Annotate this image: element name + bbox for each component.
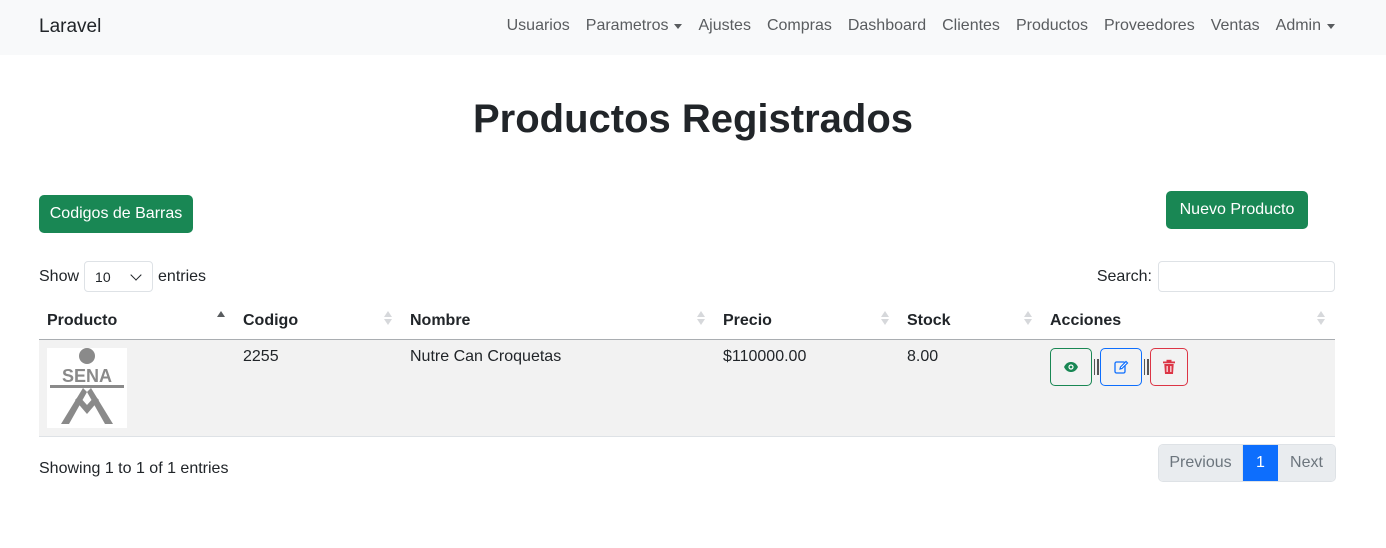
products-table: Producto Codigo Nombre Precio Stock Acci… bbox=[39, 303, 1335, 437]
pagination-page-1[interactable]: 1 bbox=[1243, 445, 1278, 481]
column-header-nombre[interactable]: Nombre bbox=[402, 303, 715, 340]
top-navbar: Laravel Usuarios Parametros Ajustes Comp… bbox=[0, 0, 1386, 55]
nav-item-productos[interactable]: Productos bbox=[1016, 17, 1088, 35]
cell-stock: 8.00 bbox=[899, 339, 1042, 437]
row-actions bbox=[1050, 347, 1327, 386]
nav-item-label: Proveedores bbox=[1103, 17, 1195, 34]
sort-ascending-icon bbox=[217, 311, 225, 325]
nav-item-label: Dashboard bbox=[847, 17, 927, 34]
column-header-stock[interactable]: Stock bbox=[899, 303, 1042, 340]
column-header-label: Producto bbox=[47, 311, 118, 329]
entries-length-control: Show 10 entries bbox=[39, 261, 206, 292]
eye-icon bbox=[1064, 361, 1078, 372]
nav-item-label: Productos bbox=[1015, 17, 1088, 34]
nav-item-ajustes[interactable]: Ajustes bbox=[698, 17, 750, 35]
nav-item-label: Ajustes bbox=[698, 17, 751, 34]
separator bbox=[1092, 358, 1100, 375]
logo-text: SENA bbox=[62, 366, 112, 386]
nav-item-label: Parametros bbox=[585, 17, 669, 34]
caret-down-icon bbox=[674, 23, 683, 29]
sena-logo: SENA bbox=[50, 347, 124, 424]
new-product-button[interactable]: Nuevo Producto bbox=[1166, 191, 1308, 229]
column-header-label: Stock bbox=[907, 311, 951, 329]
search-label: Search: bbox=[1096, 267, 1152, 285]
view-button[interactable] bbox=[1050, 347, 1092, 386]
delete-button[interactable] bbox=[1150, 347, 1188, 386]
nav-item-label: Compras bbox=[766, 17, 832, 34]
search-input[interactable] bbox=[1158, 261, 1335, 292]
table-row: SENA 2255 Nutre Can Croquetas $110000.00… bbox=[39, 339, 1335, 437]
caret-down-icon bbox=[1327, 23, 1335, 29]
column-header-label: Codigo bbox=[243, 311, 299, 329]
navbar-brand[interactable]: Laravel bbox=[39, 16, 101, 38]
nav-item-proveedores[interactable]: Proveedores bbox=[1104, 17, 1195, 35]
entries-select-value: 10 bbox=[95, 268, 111, 285]
entries-label: entries bbox=[158, 267, 207, 285]
sort-icon bbox=[881, 311, 889, 325]
nav-item-usuarios[interactable]: Usuarios bbox=[507, 17, 570, 35]
column-header-label: Precio bbox=[723, 311, 772, 329]
cell-precio: $110000.00 bbox=[715, 339, 899, 437]
show-label: Show bbox=[39, 267, 80, 285]
nav-item-parametros[interactable]: Parametros bbox=[586, 17, 683, 35]
nav-item-admin[interactable]: Admin bbox=[1276, 17, 1335, 35]
nav-item-label: Admin bbox=[1275, 17, 1321, 34]
cell-producto: SENA bbox=[39, 339, 235, 437]
column-header-producto[interactable]: Producto bbox=[39, 303, 235, 340]
edit-button[interactable] bbox=[1100, 347, 1142, 386]
nav-item-label: Ventas bbox=[1210, 17, 1260, 34]
chevron-down-icon bbox=[130, 268, 142, 281]
navbar-menu: Usuarios Parametros Ajustes Compras Dash… bbox=[491, 17, 1335, 35]
cell-codigo: 2255 bbox=[235, 339, 402, 437]
cell-acciones bbox=[1042, 339, 1335, 437]
nav-item-ventas[interactable]: Ventas bbox=[1211, 17, 1260, 35]
sort-icon bbox=[697, 311, 705, 325]
pagination-next[interactable]: Next bbox=[1278, 445, 1335, 481]
cell-nombre: Nutre Can Croquetas bbox=[402, 339, 715, 437]
column-header-precio[interactable]: Precio bbox=[715, 303, 899, 340]
sort-icon bbox=[1024, 311, 1032, 325]
nav-item-label: Clientes bbox=[942, 17, 1000, 34]
nav-item-compras[interactable]: Compras bbox=[767, 17, 832, 35]
barcodes-button[interactable]: Codigos de Barras bbox=[39, 195, 193, 233]
trash-icon bbox=[1163, 359, 1175, 374]
column-header-codigo[interactable]: Codigo bbox=[235, 303, 402, 340]
table-header-row: Producto Codigo Nombre Precio Stock Acci… bbox=[39, 303, 1335, 340]
sort-icon bbox=[1317, 311, 1325, 325]
nav-item-label: Usuarios bbox=[506, 17, 570, 34]
separator bbox=[1142, 358, 1150, 375]
nav-item-clientes[interactable]: Clientes bbox=[942, 17, 1000, 35]
page-title: Productos Registrados bbox=[472, 97, 914, 141]
pagination-previous[interactable]: Previous bbox=[1159, 445, 1243, 481]
column-header-label: Nombre bbox=[410, 311, 471, 329]
nav-item-dashboard[interactable]: Dashboard bbox=[848, 17, 926, 35]
edit-icon bbox=[1114, 360, 1129, 374]
entries-select[interactable]: 10 bbox=[84, 261, 154, 292]
table-info: Showing 1 to 1 of 1 entries bbox=[39, 460, 229, 477]
sort-icon bbox=[384, 311, 392, 325]
column-header-label: Acciones bbox=[1050, 311, 1122, 329]
product-image: SENA bbox=[47, 347, 127, 428]
pagination: Previous 1 Next bbox=[1158, 444, 1336, 482]
table-search: Search: bbox=[1097, 261, 1335, 292]
column-header-acciones[interactable]: Acciones bbox=[1042, 303, 1335, 340]
